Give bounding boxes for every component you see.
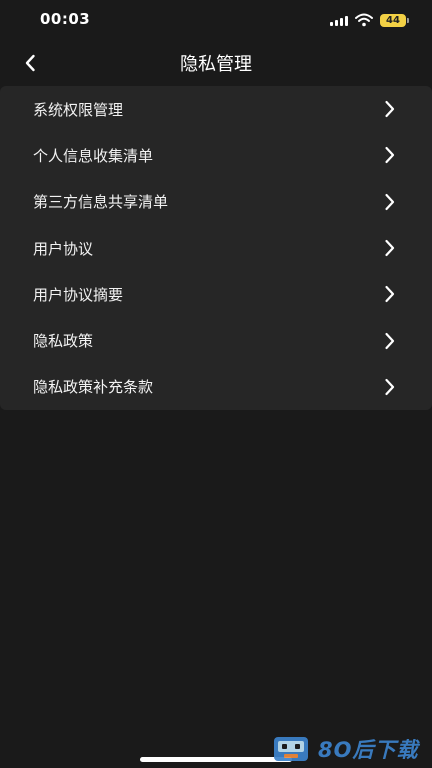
nav-bar: 隐私管理 [0, 40, 432, 86]
menu-item-label: 隐私政策补充条款 [33, 378, 154, 397]
robot-logo-icon [274, 737, 308, 761]
menu-item-personal-info-list[interactable]: 个人信息收集清单 [0, 132, 432, 178]
menu-item-label: 隐私政策 [33, 332, 94, 351]
page-title: 隐私管理 [180, 54, 252, 75]
menu-item-system-permissions[interactable]: 系统权限管理 [0, 86, 432, 132]
wifi-icon [355, 13, 373, 27]
menu-item-label: 系统权限管理 [33, 100, 124, 119]
home-indicator [140, 757, 292, 762]
menu-item-user-agreement-summary[interactable]: 用户协议摘要 [0, 271, 432, 317]
chevron-right-icon [385, 286, 395, 303]
chevron-right-icon [385, 378, 395, 396]
privacy-menu-list: 系统权限管理 个人信息收集清单 第三方信息共享清单 用户协议 用户协议摘要 隐私… [0, 86, 432, 411]
chevron-right-icon [385, 147, 395, 164]
chevron-right-icon [385, 332, 395, 349]
status-bar: 00:03 44 [0, 0, 432, 40]
menu-item-label: 个人信息收集清单 [33, 146, 154, 165]
watermark: 8O后下载 [272, 732, 418, 766]
status-icons: 44 [330, 12, 409, 28]
battery-icon: 44 [380, 13, 409, 27]
cellular-signal-icon [330, 14, 348, 26]
chevron-right-icon [385, 101, 395, 118]
menu-item-label: 第三方信息共享清单 [33, 193, 169, 212]
chevron-right-icon [385, 239, 395, 257]
watermark-text: 8O后下载 [318, 738, 419, 762]
menu-item-user-agreement[interactable]: 用户协议 [0, 225, 432, 271]
menu-item-privacy-policy-supplement[interactable]: 隐私政策补充条款 [0, 364, 432, 410]
chevron-right-icon [385, 193, 395, 210]
menu-item-third-party-sharing[interactable]: 第三方信息共享清单 [0, 179, 432, 225]
menu-item-privacy-policy[interactable]: 隐私政策 [0, 317, 432, 363]
battery-level: 44 [386, 14, 400, 26]
menu-item-label: 用户协议 [33, 239, 94, 258]
status-time: 00:03 [40, 10, 91, 28]
menu-item-label: 用户协议摘要 [33, 285, 124, 304]
